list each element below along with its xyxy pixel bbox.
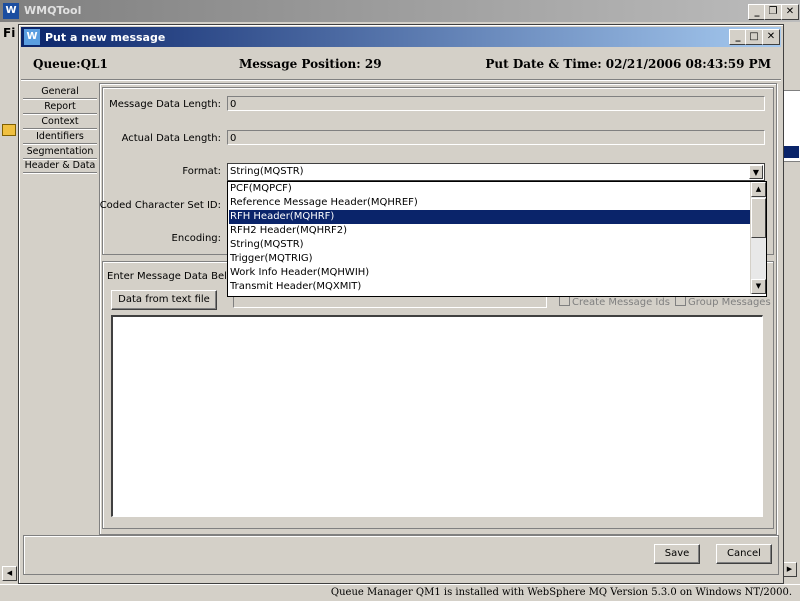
scroll-up-icon[interactable]: ▲ — [751, 182, 766, 197]
dialog-close-button[interactable]: ✕ — [762, 29, 780, 45]
status-text: Queue Manager QM1 is installed with WebS… — [330, 587, 792, 598]
message-data-label: Enter Message Data Below — [107, 271, 242, 282]
queue-label: Queue:QL1 — [33, 57, 108, 71]
cancel-button[interactable]: Cancel — [716, 544, 772, 564]
button-bar: Save Cancel — [23, 535, 779, 575]
save-button[interactable]: Save — [654, 544, 700, 564]
scroll-left-button[interactable]: ◀ — [2, 566, 17, 581]
dialog-title-bar[interactable]: W Put a new message _ □ ✕ — [21, 27, 781, 47]
dropdown-option[interactable]: Trigger(MQTRIG) — [229, 252, 750, 266]
dropdown-option-selected[interactable]: RFH Header(MQHRF) — [229, 210, 750, 224]
dropdown-option[interactable]: Work Info Header(MQHWIH) — [229, 266, 750, 280]
tab-context[interactable]: Context — [23, 115, 97, 129]
dialog-maximize-button[interactable]: □ — [745, 29, 763, 45]
app-logo-icon: W — [3, 3, 19, 19]
encoding-label: Encoding: — [171, 233, 221, 244]
dropdown-option[interactable]: RFH2 Header(MQHRF2) — [229, 224, 750, 238]
tab-segmentation[interactable]: Segmentation — [23, 145, 97, 159]
group-messages-label: Group Messages — [688, 297, 771, 308]
app-restore-button[interactable]: ❐ — [764, 4, 782, 20]
format-select[interactable]: String(MQSTR) ▼ — [227, 163, 765, 181]
tab-header-data[interactable]: Header & Data — [23, 159, 97, 173]
message-data-length-label: Message Data Length: — [109, 99, 221, 110]
ccsid-label: Coded Character Set ID: — [99, 200, 221, 211]
put-message-dialog: W Put a new message _ □ ✕ Queue:QL1 Mess… — [18, 24, 784, 584]
dialog-logo-icon: W — [24, 29, 40, 45]
app-title-bar: W WMQTool _ ❐ ✕ — [0, 0, 800, 22]
scroll-down-icon[interactable]: ▼ — [751, 279, 766, 294]
data-from-text-file-button[interactable]: Data from text file — [111, 290, 217, 310]
actual-data-length-field: 0 — [227, 130, 765, 145]
create-message-ids-label: Create Message Ids — [572, 297, 670, 308]
message-info-bar: Queue:QL1 Message Position: 29 Put Date … — [21, 49, 781, 80]
put-datetime-label: Put Date & Time: 02/21/2006 08:43:59 PM — [485, 57, 771, 71]
tab-identifiers[interactable]: Identifiers — [23, 130, 97, 144]
tab-report[interactable]: Report — [23, 100, 97, 114]
folder-icon — [2, 124, 16, 136]
scroll-thumb[interactable] — [751, 198, 766, 238]
dropdown-scrollbar[interactable]: ▲ ▼ — [750, 182, 766, 294]
format-dropdown-list: PCF(MQPCF) Reference Message Header(MQHR… — [227, 181, 767, 297]
actual-data-length-label: Actual Data Length: — [121, 133, 221, 144]
format-label: Format: — [182, 166, 221, 177]
dropdown-option[interactable]: PCF(MQPCF) — [229, 182, 750, 196]
message-data-textarea[interactable] — [111, 315, 763, 517]
message-data-length-field: 0 — [227, 96, 765, 111]
dropdown-option[interactable]: Transmit Header(MQXMIT) — [229, 280, 750, 294]
dropdown-option[interactable]: Reference Message Header(MQHREF) — [229, 196, 750, 210]
tab-general[interactable]: General — [23, 85, 97, 99]
dropdown-option[interactable]: String(MQSTR) — [229, 238, 750, 252]
chevron-down-icon[interactable]: ▼ — [749, 165, 763, 179]
status-bar: Queue Manager QM1 is installed with WebS… — [0, 584, 800, 601]
dialog-title: Put a new message — [45, 31, 166, 44]
app-close-button[interactable]: ✕ — [781, 4, 799, 20]
format-select-value: String(MQSTR) — [230, 166, 304, 177]
scroll-right-button[interactable]: ▶ — [782, 562, 797, 577]
message-position-label: Message Position: 29 — [239, 57, 382, 71]
tab-strip: General Report Context Identifiers Segme… — [23, 85, 97, 177]
app-title: WMQTool — [24, 4, 82, 17]
